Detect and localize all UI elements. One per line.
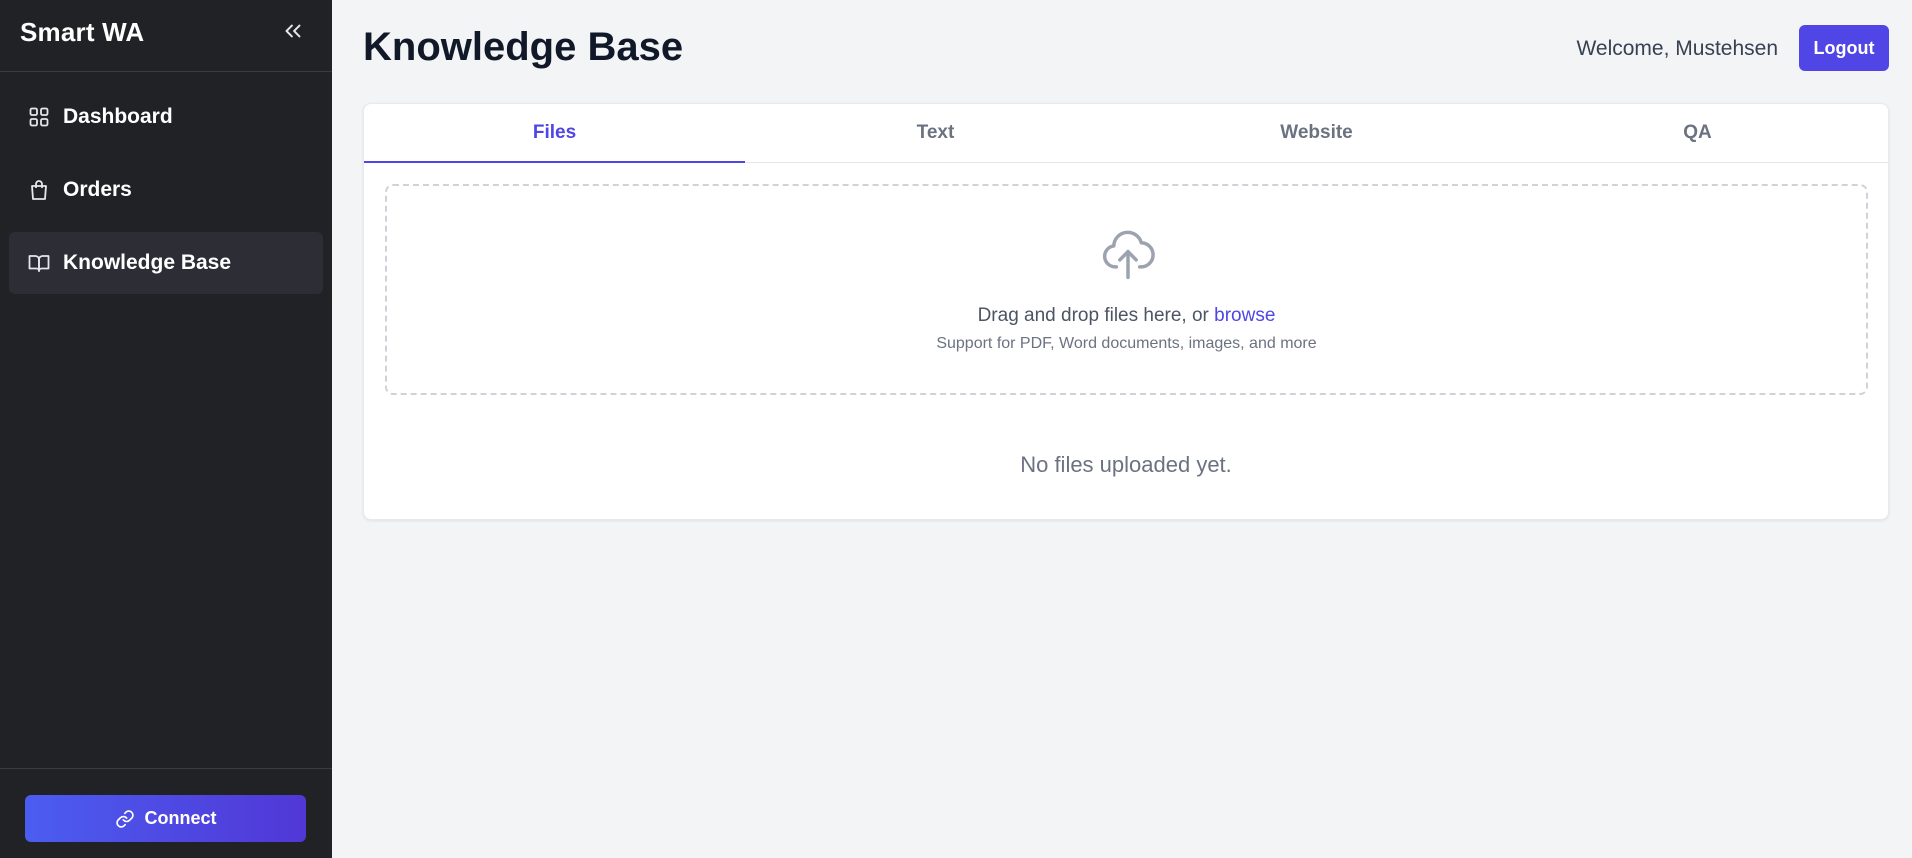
- link-icon: [115, 809, 134, 828]
- grid-icon: [29, 107, 49, 127]
- cloud-upload-icon: [1102, 230, 1155, 280]
- sidebar-item-label: Orders: [63, 178, 132, 201]
- tab-files[interactable]: Files: [364, 104, 745, 163]
- dropzone-support-text: Support for PDF, Word documents, images,…: [936, 335, 1317, 352]
- sidebar: Smart WA Dashboard Orders Knowledge Base: [0, 0, 332, 858]
- sidebar-item-dashboard[interactable]: Dashboard: [9, 86, 323, 148]
- empty-state-text: No files uploaded yet.: [1020, 452, 1232, 477]
- sidebar-footer: Connect: [0, 768, 332, 858]
- tab-qa[interactable]: QA: [1507, 104, 1888, 162]
- connect-label: Connect: [144, 808, 217, 828]
- sidebar-item-orders[interactable]: Orders: [9, 159, 323, 221]
- knowledge-base-card: Files Text Website QA Drag and drop file…: [363, 103, 1889, 520]
- page-title: Knowledge Base: [363, 25, 684, 69]
- shopping-bag-icon: [31, 180, 47, 200]
- connect-button[interactable]: Connect: [25, 795, 306, 842]
- book-icon: [28, 255, 50, 272]
- sidebar-header: Smart WA: [0, 0, 332, 72]
- welcome-text: Welcome, Mustehsen: [1576, 37, 1778, 60]
- collapse-sidebar-icon[interactable]: [280, 18, 306, 44]
- sidebar-item-knowledge-base[interactable]: Knowledge Base: [9, 232, 323, 294]
- browse-link[interactable]: browse: [1214, 305, 1275, 326]
- logout-button[interactable]: Logout: [1799, 25, 1889, 71]
- dropzone-prompt: Drag and drop files here, or browse: [387, 305, 1866, 327]
- file-dropzone[interactable]: Drag and drop files here, or browse Supp…: [385, 184, 1868, 395]
- tab-text[interactable]: Text: [745, 104, 1126, 162]
- sidebar-item-label: Knowledge Base: [63, 251, 232, 274]
- sidebar-nav: Dashboard Orders Knowledge Base: [0, 72, 332, 319]
- dropzone-prompt-text: Drag and drop files here, or: [977, 305, 1215, 326]
- tab-bar: Files Text Website QA: [364, 104, 1888, 163]
- sidebar-item-label: Dashboard: [63, 105, 173, 128]
- app-brand: Smart WA: [20, 17, 145, 47]
- tab-website[interactable]: Website: [1126, 104, 1507, 162]
